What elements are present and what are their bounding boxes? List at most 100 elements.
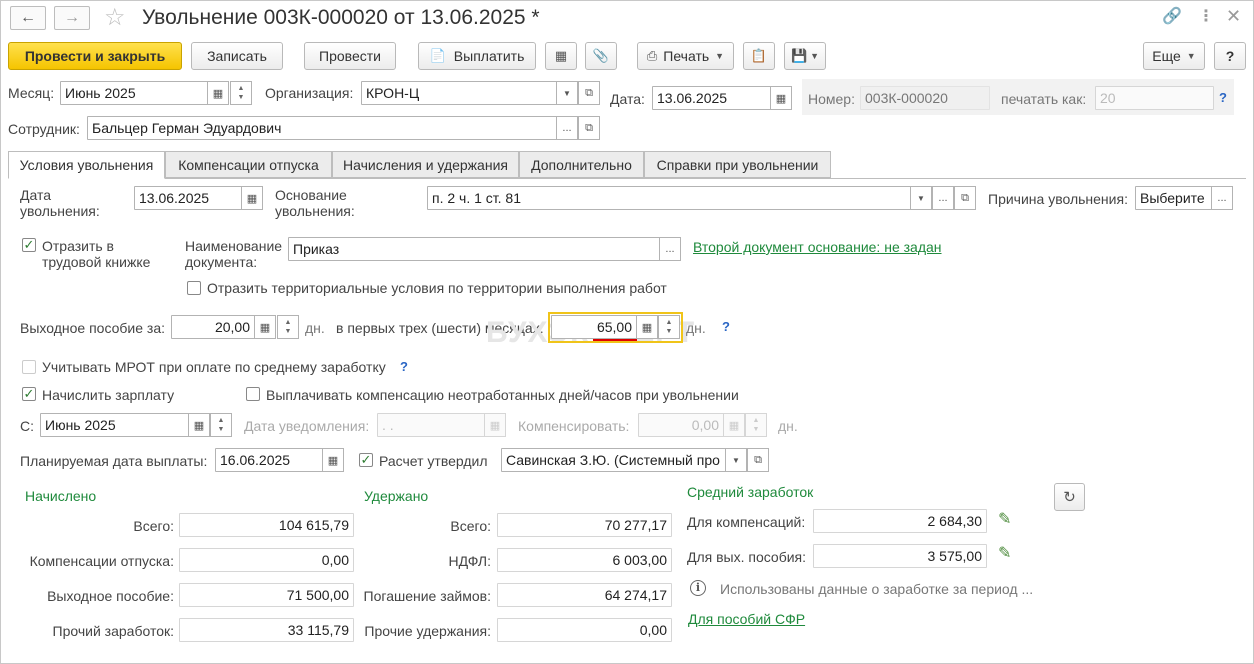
help-icon[interactable]: ? <box>722 319 730 334</box>
second-doc-link[interactable]: Второй документ основание: не задан <box>693 239 942 255</box>
tab-certificates[interactable]: Справки при увольнении <box>644 151 831 178</box>
from-label: С: <box>20 418 34 434</box>
severance-calc-button[interactable]: ▦ <box>254 315 276 339</box>
pay-compensation-checkbox[interactable] <box>246 387 260 401</box>
doc-name-select-button[interactable]: ... <box>659 237 681 261</box>
tab-additional[interactable]: Дополнительно <box>519 151 644 178</box>
calculator-button[interactable]: ▦ <box>545 42 577 70</box>
average-comp-value: 2 684,30 <box>813 509 987 533</box>
tab-vacation-compensation[interactable]: Компенсации отпуска <box>165 151 332 178</box>
planned-pay-input[interactable]: 16.06.2025 <box>215 448 323 472</box>
basis-select-button[interactable]: ... <box>932 186 954 210</box>
basis-input[interactable]: п. 2 ч. 1 ст. 81 <box>427 186 911 210</box>
attach-button[interactable]: 📎 <box>585 42 617 70</box>
mrot-checkbox[interactable] <box>22 360 36 374</box>
open-window-icon: ⧉ <box>585 121 593 134</box>
dismissal-date-input[interactable]: 13.06.2025 <box>134 186 242 210</box>
post-button[interactable]: Провести <box>304 42 396 70</box>
organization-input[interactable]: КРОН-Ц <box>361 81 557 105</box>
help-button[interactable]: ? <box>1214 42 1246 70</box>
edit-pencil-icon[interactable]: ✎ <box>998 509 1011 529</box>
tab-accruals-deductions[interactable]: Начисления и удержания <box>332 151 519 178</box>
save-button[interactable]: Записать <box>191 42 283 70</box>
from-calendar-button[interactable]: ▦ <box>188 413 210 437</box>
severance-spinner[interactable]: ▲ ▼ <box>277 315 299 339</box>
forward-button[interactable]: → <box>54 6 90 30</box>
print-as-input[interactable]: 20 <box>1095 86 1214 110</box>
calc-approved-open[interactable]: ⧉ <box>747 448 769 472</box>
pay-button[interactable]: 📄 Выплатить <box>418 42 536 70</box>
pay-button-label: Выплатить <box>453 48 525 64</box>
calc-approved-checkbox[interactable]: ✓ <box>359 453 373 467</box>
tabs-baseline <box>8 178 1246 179</box>
basis-dropdown[interactable]: ▼ <box>910 186 932 210</box>
number-field: 003К-000020 <box>860 86 990 110</box>
workbook-checkbox[interactable]: ✓ <box>22 238 36 252</box>
paperclip-icon: 📎 <box>592 48 610 63</box>
help-icon[interactable]: ? <box>1219 90 1227 105</box>
arrow-left-icon: ← <box>20 9 36 26</box>
planned-pay-calendar[interactable]: ▦ <box>322 448 344 472</box>
print-button[interactable]: ⎙ Печать ▼ <box>637 42 734 70</box>
calendar-icon: ▦ <box>246 192 258 205</box>
kebab-menu-icon[interactable]: ⋮ <box>1198 6 1214 26</box>
average-title: Средний заработок <box>687 484 814 500</box>
export-button[interactable]: 💾 ▼ <box>784 42 826 70</box>
compensate-label: Компенсировать: <box>518 418 630 434</box>
calendar-button[interactable]: ▦ <box>207 81 229 105</box>
from-month-input[interactable]: Июнь 2025 <box>40 413 189 437</box>
reason-input[interactable]: Выберите <box>1135 186 1212 210</box>
compensate-input[interactable]: 0,00 <box>638 413 724 437</box>
date-input[interactable]: 13.06.2025 <box>652 86 772 110</box>
favorite-star-icon[interactable]: ☆ <box>104 3 126 32</box>
severance-days-input[interactable]: 20,00 <box>171 315 255 339</box>
accrue-salary-checkbox[interactable]: ✓ <box>22 387 36 401</box>
compensate-calc-button[interactable]: ▦ <box>723 413 745 437</box>
doc-name-input[interactable]: Приказ <box>288 237 660 261</box>
printer-icon: ⎙ <box>646 48 658 63</box>
employee-select-button[interactable]: ... <box>556 116 578 140</box>
refresh-button[interactable]: ↻ <box>1054 483 1085 511</box>
chevron-down-icon: ▼ <box>563 88 571 98</box>
info-icon: i <box>690 580 706 596</box>
refresh-icon: ↻ <box>1063 489 1076 506</box>
territorial-checkbox[interactable] <box>187 281 201 295</box>
link-icon[interactable]: 🔗 <box>1162 6 1182 26</box>
calendar-icon: ▦ <box>489 419 501 432</box>
dismissal-date-calendar[interactable]: ▦ <box>241 186 263 210</box>
calc-approved-dropdown[interactable]: ▼ <box>725 448 747 472</box>
reason-label: Причина увольнения: <box>988 191 1128 207</box>
employee-open[interactable]: ⧉ <box>578 116 600 140</box>
from-spinner[interactable]: ▲ ▼ <box>210 413 232 437</box>
notice-date-input[interactable]: . . <box>377 413 485 437</box>
tab-dismissal-conditions[interactable]: Условия увольнения <box>8 151 165 179</box>
close-icon[interactable]: ✕ <box>1226 6 1241 27</box>
post-and-close-button[interactable]: Провести и закрыть <box>8 42 182 70</box>
calc-approved-input[interactable]: Савинская З.Ю. (Системный про <box>501 448 726 472</box>
help-icon[interactable]: ? <box>400 359 408 374</box>
employee-input[interactable]: Бальцер Герман Эдуардович <box>87 116 557 140</box>
open-window-icon: ⧉ <box>961 191 969 204</box>
basis-open[interactable]: ⧉ <box>954 186 976 210</box>
print-as-label: печатать как: <box>1001 91 1087 107</box>
compensate-spinner[interactable]: ▲ ▼ <box>745 413 767 437</box>
first-months-calc-button[interactable]: ▦ <box>636 315 658 339</box>
edit-pencil-icon[interactable]: ✎ <box>998 543 1011 563</box>
sfr-benefits-link[interactable]: Для пособий СФР <box>688 611 805 627</box>
notice-calendar-button[interactable]: ▦ <box>484 413 506 437</box>
more-button[interactable]: Еще ▼ <box>1143 42 1205 70</box>
back-button[interactable]: ← <box>10 6 46 30</box>
report-button[interactable]: 📋 <box>743 42 775 70</box>
first-months-spinner[interactable]: ▲ ▼ <box>658 315 680 339</box>
withheld-ndfl-label: НДФЛ: <box>448 553 491 569</box>
average-severance-value: 3 575,00 <box>813 544 987 568</box>
month-spinner[interactable]: ▲ ▼ <box>230 81 252 105</box>
first-months-input[interactable]: 65,00 <box>551 315 637 339</box>
organization-dropdown[interactable]: ▼ <box>556 81 578 105</box>
doc-name-label-2: документа: <box>185 254 258 270</box>
date-calendar-button[interactable]: ▦ <box>770 86 792 110</box>
organization-open[interactable]: ⧉ <box>578 81 600 105</box>
withheld-ndfl-value: 6 003,00 <box>497 548 672 572</box>
reason-select-button[interactable]: ... <box>1211 186 1233 210</box>
month-input[interactable]: Июнь 2025 <box>60 81 208 105</box>
